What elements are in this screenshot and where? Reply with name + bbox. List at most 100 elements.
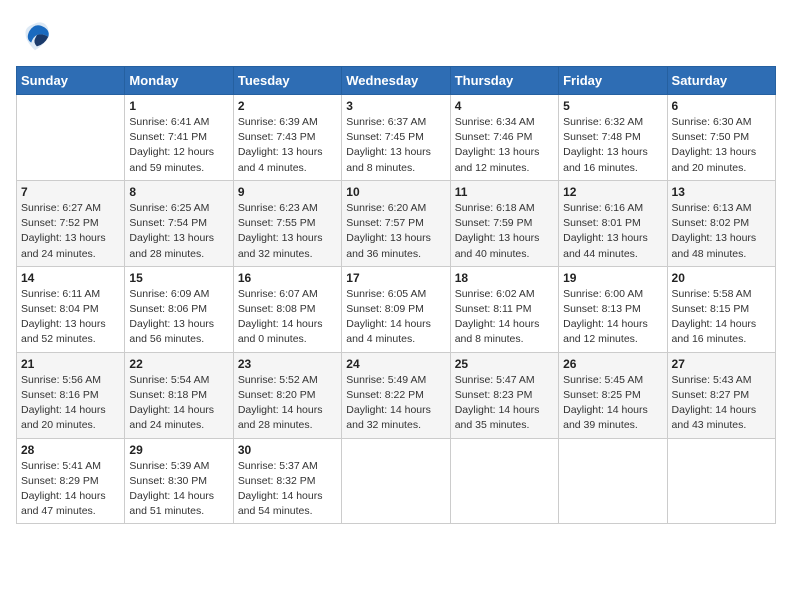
day-number: 24 xyxy=(346,357,445,371)
day-info: Sunrise: 6:02 AM Sunset: 8:11 PM Dayligh… xyxy=(455,287,554,348)
day-info: Sunrise: 6:30 AM Sunset: 7:50 PM Dayligh… xyxy=(672,115,771,176)
week-row-3: 14Sunrise: 6:11 AM Sunset: 8:04 PM Dayli… xyxy=(17,266,776,352)
day-cell: 16 Sunrise: 6:07 AM Sunset: 8:08 PM Dayli… xyxy=(233,266,341,352)
day-number: 23 xyxy=(238,357,337,371)
day-info: Sunrise: 6:27 AM Sunset: 7:52 PM Dayligh… xyxy=(21,201,120,262)
day-cell: 2 Sunrise: 6:39 AM Sunset: 7:43 PM Daylig… xyxy=(233,95,341,181)
day-cell: 20 Sunrise: 5:58 AM Sunset: 8:15 PM Dayli… xyxy=(667,266,775,352)
column-header-tuesday: Tuesday xyxy=(233,67,341,95)
day-info: Sunrise: 6:16 AM Sunset: 8:01 PM Dayligh… xyxy=(563,201,662,262)
day-info: Sunrise: 6:34 AM Sunset: 7:46 PM Dayligh… xyxy=(455,115,554,176)
week-row-5: 28 Sunrise: 5:41 AM Sunset: 8:29 PM Dayli… xyxy=(17,438,776,524)
day-cell: 19 Sunrise: 6:00 AM Sunset: 8:13 PM Dayli… xyxy=(559,266,667,352)
day-number: 3 xyxy=(346,99,445,113)
day-cell: 23 Sunrise: 5:52 AM Sunset: 8:20 PM Dayli… xyxy=(233,352,341,438)
day-number: 18 xyxy=(455,271,554,285)
day-number: 15 xyxy=(129,271,228,285)
week-row-4: 21 Sunrise: 5:56 AM Sunset: 8:16 PM Dayli… xyxy=(17,352,776,438)
day-number: 4 xyxy=(455,99,554,113)
day-info: Sunrise: 6:37 AM Sunset: 7:45 PM Dayligh… xyxy=(346,115,445,176)
day-number: 5 xyxy=(563,99,662,113)
day-cell: 6 Sunrise: 6:30 AM Sunset: 7:50 PM Daylig… xyxy=(667,95,775,181)
logo-icon xyxy=(16,16,54,54)
day-number: 17 xyxy=(346,271,445,285)
day-number: 9 xyxy=(238,185,337,199)
day-cell: 4 Sunrise: 6:34 AM Sunset: 7:46 PM Daylig… xyxy=(450,95,558,181)
day-info: Sunrise: 6:09 AM Sunset: 8:06 PM Dayligh… xyxy=(129,287,228,348)
day-cell: 27 Sunrise: 5:43 AM Sunset: 8:27 PM Dayli… xyxy=(667,352,775,438)
week-row-2: 7 Sunrise: 6:27 AM Sunset: 7:52 PM Daylig… xyxy=(17,180,776,266)
day-number: 12 xyxy=(563,185,662,199)
day-cell: 8 Sunrise: 6:25 AM Sunset: 7:54 PM Daylig… xyxy=(125,180,233,266)
day-number: 27 xyxy=(672,357,771,371)
day-number: 7 xyxy=(21,185,120,199)
day-info: Sunrise: 6:07 AM Sunset: 8:08 PM Dayligh… xyxy=(238,287,337,348)
day-number: 6 xyxy=(672,99,771,113)
day-info: Sunrise: 6:39 AM Sunset: 7:43 PM Dayligh… xyxy=(238,115,337,176)
day-info: Sunrise: 5:54 AM Sunset: 8:18 PM Dayligh… xyxy=(129,373,228,434)
day-cell: 7 Sunrise: 6:27 AM Sunset: 7:52 PM Daylig… xyxy=(17,180,125,266)
day-number: 10 xyxy=(346,185,445,199)
day-number: 11 xyxy=(455,185,554,199)
day-cell: 28 Sunrise: 5:41 AM Sunset: 8:29 PM Dayli… xyxy=(17,438,125,524)
day-number: 26 xyxy=(563,357,662,371)
day-info: Sunrise: 6:25 AM Sunset: 7:54 PM Dayligh… xyxy=(129,201,228,262)
day-info: Sunrise: 5:47 AM Sunset: 8:23 PM Dayligh… xyxy=(455,373,554,434)
day-cell: 17 Sunrise: 6:05 AM Sunset: 8:09 PM Dayli… xyxy=(342,266,450,352)
day-info: Sunrise: 6:00 AM Sunset: 8:13 PM Dayligh… xyxy=(563,287,662,348)
day-number: 1 xyxy=(129,99,228,113)
day-number: 30 xyxy=(238,443,337,457)
day-info: Sunrise: 6:32 AM Sunset: 7:48 PM Dayligh… xyxy=(563,115,662,176)
day-number: 2 xyxy=(238,99,337,113)
day-number: 29 xyxy=(129,443,228,457)
day-info: Sunrise: 5:58 AM Sunset: 8:15 PM Dayligh… xyxy=(672,287,771,348)
day-cell: 21 Sunrise: 5:56 AM Sunset: 8:16 PM Dayli… xyxy=(17,352,125,438)
day-cell: 25 Sunrise: 5:47 AM Sunset: 8:23 PM Dayli… xyxy=(450,352,558,438)
day-cell xyxy=(342,438,450,524)
day-cell: 12 Sunrise: 6:16 AM Sunset: 8:01 PM Dayli… xyxy=(559,180,667,266)
column-header-friday: Friday xyxy=(559,67,667,95)
day-cell: 18 Sunrise: 6:02 AM Sunset: 8:11 PM Dayli… xyxy=(450,266,558,352)
day-number: 25 xyxy=(455,357,554,371)
day-cell xyxy=(450,438,558,524)
day-cell: 13 Sunrise: 6:13 AM Sunset: 8:02 PM Dayli… xyxy=(667,180,775,266)
header xyxy=(16,16,776,54)
week-row-1: 1Sunrise: 6:41 AM Sunset: 7:41 PM Daylig… xyxy=(17,95,776,181)
day-number: 28 xyxy=(21,443,120,457)
day-cell: 30Sunrise: 5:37 AM Sunset: 8:32 PM Dayli… xyxy=(233,438,341,524)
day-info: Sunrise: 5:43 AM Sunset: 8:27 PM Dayligh… xyxy=(672,373,771,434)
logo xyxy=(16,16,56,54)
day-number: 20 xyxy=(672,271,771,285)
column-header-sunday: Sunday xyxy=(17,67,125,95)
calendar-table: SundayMondayTuesdayWednesdayThursdayFrid… xyxy=(16,66,776,524)
day-number: 16 xyxy=(238,271,337,285)
day-info: Sunrise: 6:13 AM Sunset: 8:02 PM Dayligh… xyxy=(672,201,771,262)
column-header-wednesday: Wednesday xyxy=(342,67,450,95)
day-info: Sunrise: 6:20 AM Sunset: 7:57 PM Dayligh… xyxy=(346,201,445,262)
day-info: Sunrise: 6:05 AM Sunset: 8:09 PM Dayligh… xyxy=(346,287,445,348)
day-cell: 1Sunrise: 6:41 AM Sunset: 7:41 PM Daylig… xyxy=(125,95,233,181)
column-header-saturday: Saturday xyxy=(667,67,775,95)
day-cell xyxy=(559,438,667,524)
day-number: 21 xyxy=(21,357,120,371)
day-number: 22 xyxy=(129,357,228,371)
day-info: Sunrise: 6:11 AM Sunset: 8:04 PM Dayligh… xyxy=(21,287,120,348)
day-cell: 29Sunrise: 5:39 AM Sunset: 8:30 PM Dayli… xyxy=(125,438,233,524)
day-cell: 5 Sunrise: 6:32 AM Sunset: 7:48 PM Daylig… xyxy=(559,95,667,181)
calendar-header: SundayMondayTuesdayWednesdayThursdayFrid… xyxy=(17,67,776,95)
header-row: SundayMondayTuesdayWednesdayThursdayFrid… xyxy=(17,67,776,95)
day-info: Sunrise: 5:56 AM Sunset: 8:16 PM Dayligh… xyxy=(21,373,120,434)
day-info: Sunrise: 6:18 AM Sunset: 7:59 PM Dayligh… xyxy=(455,201,554,262)
column-header-thursday: Thursday xyxy=(450,67,558,95)
day-number: 13 xyxy=(672,185,771,199)
day-info: Sunrise: 6:23 AM Sunset: 7:55 PM Dayligh… xyxy=(238,201,337,262)
day-cell: 9 Sunrise: 6:23 AM Sunset: 7:55 PM Daylig… xyxy=(233,180,341,266)
day-info: Sunrise: 5:41 AM Sunset: 8:29 PM Dayligh… xyxy=(21,459,120,520)
day-number: 8 xyxy=(129,185,228,199)
day-cell: 22 Sunrise: 5:54 AM Sunset: 8:18 PM Dayli… xyxy=(125,352,233,438)
day-cell: 14Sunrise: 6:11 AM Sunset: 8:04 PM Dayli… xyxy=(17,266,125,352)
day-info: Sunrise: 5:52 AM Sunset: 8:20 PM Dayligh… xyxy=(238,373,337,434)
day-number: 19 xyxy=(563,271,662,285)
day-cell xyxy=(667,438,775,524)
day-info: Sunrise: 5:49 AM Sunset: 8:22 PM Dayligh… xyxy=(346,373,445,434)
